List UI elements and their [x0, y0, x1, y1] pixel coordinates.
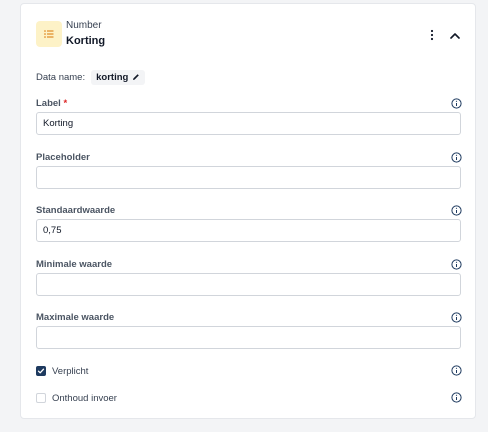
field-type-label: Number — [66, 20, 102, 31]
data-name-value: korting — [96, 71, 129, 83]
info-icon[interactable] — [451, 365, 462, 376]
data-name-label: Data name: — [36, 71, 86, 83]
chevron-up-icon[interactable] — [444, 25, 466, 47]
min-field-label: Minimale waarde — [36, 259, 113, 270]
placeholder-input[interactable] — [36, 166, 461, 189]
list-icon — [36, 21, 62, 47]
info-icon[interactable] — [451, 392, 462, 403]
remember-checkbox-row[interactable]: Onthoud invoer — [36, 391, 117, 405]
field-card: Number Korting Data name: korting Label … — [20, 3, 476, 419]
label-field-label: Label * — [36, 98, 67, 109]
info-icon[interactable] — [451, 98, 462, 109]
required-checkbox-label: Verplicht — [52, 365, 89, 377]
card-header: Number Korting — [21, 4, 475, 64]
required-checkbox[interactable] — [36, 366, 46, 376]
label-input[interactable]: Korting — [36, 112, 461, 135]
field-title: Korting — [66, 35, 106, 47]
remember-checkbox-label: Onthoud invoer — [52, 392, 117, 404]
remember-checkbox[interactable] — [36, 393, 46, 403]
placeholder-field-label: Placeholder — [36, 152, 90, 163]
info-icon[interactable] — [451, 312, 462, 323]
required-checkbox-row[interactable]: Verplicht — [36, 364, 88, 378]
check-icon — [37, 368, 45, 374]
info-icon[interactable] — [451, 205, 462, 216]
info-icon[interactable] — [451, 152, 462, 163]
required-marker: * — [63, 98, 68, 109]
info-icon[interactable] — [451, 259, 462, 270]
label-field-text: Label — [36, 98, 61, 109]
default-field-label: Standaardwaarde — [36, 205, 116, 216]
data-name-badge[interactable]: korting — [91, 69, 146, 85]
max-field-label: Maximale waarde — [36, 312, 115, 323]
data-name-row: Data name: korting — [36, 67, 146, 87]
default-value-input[interactable]: 0,75 — [36, 219, 461, 242]
max-value-input[interactable] — [36, 326, 461, 349]
min-value-input[interactable] — [36, 273, 461, 296]
pencil-icon[interactable] — [132, 73, 140, 81]
kebab-menu-icon[interactable] — [421, 24, 443, 46]
